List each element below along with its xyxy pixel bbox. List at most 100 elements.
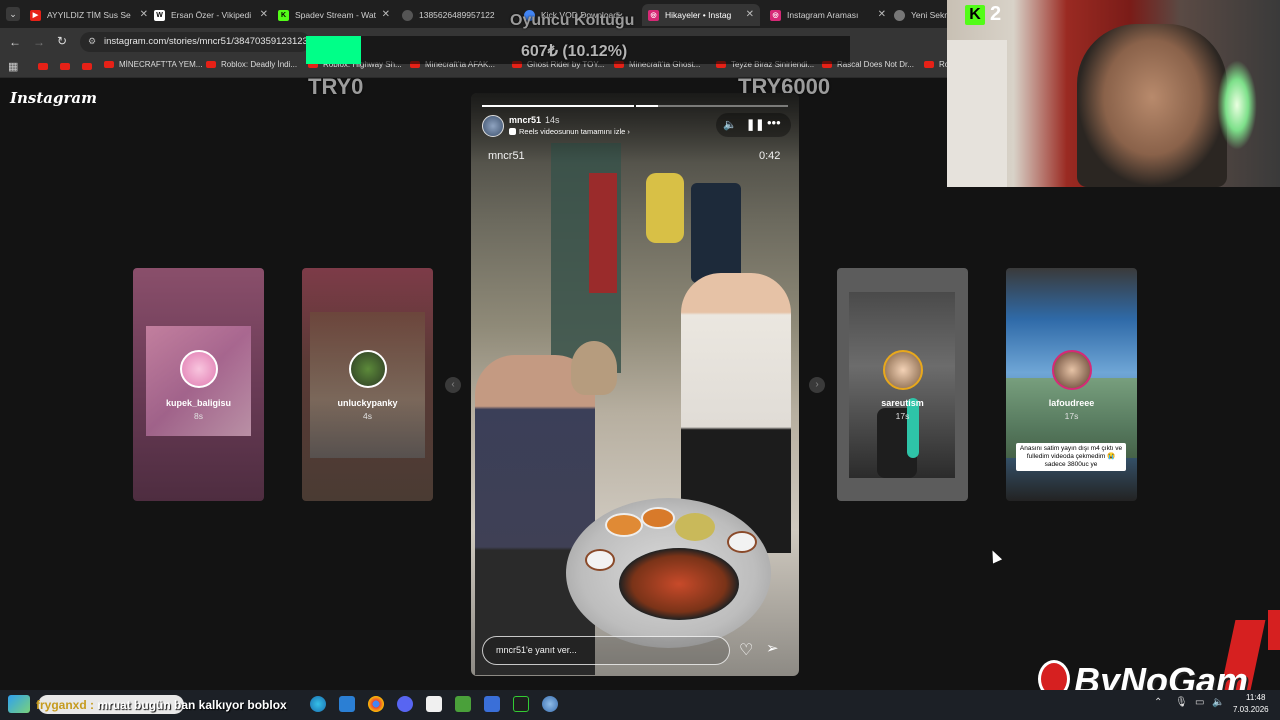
youtube-icon[interactable]	[60, 63, 70, 70]
tab-3[interactable]: 1385626489957122	[402, 4, 514, 26]
close-icon[interactable]: ✕	[382, 9, 390, 20]
store-icon[interactable]	[339, 696, 355, 712]
kick-icon: K	[965, 5, 985, 25]
youtube-icon	[206, 61, 216, 68]
story-username: lafoudreee	[1048, 398, 1095, 408]
tab-title: Instagram Araması	[787, 10, 859, 20]
webcam-light	[1217, 60, 1257, 150]
tab-2[interactable]: K Spadev Stream - Wat ✕	[278, 4, 390, 26]
webcam-shelf	[947, 40, 1007, 187]
tab-title: Ersan Özer - Vikipedi	[171, 10, 252, 20]
bookmark-8[interactable]: Ro	[924, 60, 949, 69]
capcut-icon[interactable]	[426, 696, 442, 712]
settings-icon[interactable]	[542, 696, 558, 712]
tab-search-button[interactable]: ⌄	[6, 7, 20, 21]
tab-0[interactable]: ▶ AYYILDIZ TİM Sus Se ✕	[30, 4, 148, 26]
pause-icon[interactable]: ❚❚	[746, 118, 764, 131]
heart-icon[interactable]: ♡	[739, 640, 753, 660]
send-icon[interactable]: ➢	[766, 639, 779, 657]
instagram-logo[interactable]: Instagram	[10, 89, 97, 107]
story-age: 4s	[363, 411, 372, 421]
tab-6[interactable]: ◎ Instagram Araması ✕	[770, 4, 886, 26]
avatar[interactable]	[482, 115, 504, 137]
minecraft-icon[interactable]	[455, 696, 471, 712]
story-viewer[interactable]: mncr51 14s Reels videosunun tamamını izl…	[471, 93, 799, 676]
app-icon[interactable]	[484, 696, 500, 712]
tab-5-active[interactable]: ◎ Hikayeler • Instag ✕	[642, 4, 760, 26]
story-username: unluckypanky	[337, 398, 398, 408]
webcam-person	[1077, 24, 1227, 187]
chat-overlay: fryganxd : mruat bugün ban kalkıyor bobl…	[36, 698, 287, 712]
edge-icon[interactable]	[310, 696, 326, 712]
tab-title: Spadev Stream - Wat	[295, 10, 376, 20]
reload-icon[interactable]: ↻	[57, 34, 67, 48]
reels-icon	[509, 128, 516, 135]
reels-link[interactable]: Reels videosunun tamamını izle ›	[509, 127, 630, 136]
story-card-lafoudreee[interactable]: lafoudreee 17s Anasını satim yayın dışı …	[1006, 268, 1137, 501]
hanging-jacket	[691, 183, 741, 283]
clock-time[interactable]: 11:48	[1246, 693, 1265, 702]
youtube-icon[interactable]	[82, 63, 92, 70]
speaker-icon[interactable]: 🔈	[1212, 697, 1224, 708]
story-username[interactable]: mncr51	[509, 115, 541, 125]
globe-icon	[402, 9, 413, 21]
goal-title: Oyuncu Koltuğu	[510, 12, 635, 29]
bookmark-0[interactable]: MİNECRAFT'TA YEM...	[104, 60, 202, 69]
person-left	[475, 355, 595, 675]
tab-7[interactable]: Yeni Sekme	[894, 4, 948, 26]
instagram-icon: ◎	[648, 9, 659, 21]
close-icon[interactable]: ✕	[878, 9, 886, 20]
close-icon[interactable]: ✕	[140, 9, 148, 20]
bookmark-1[interactable]: Roblox: Deadly İndi...	[206, 60, 297, 69]
reply-input[interactable]: mncr51'e yanıt ver...	[482, 636, 730, 665]
yogurt-bowl	[727, 531, 757, 553]
chat-message: mruat bugün ban kalkıyor boblox	[97, 698, 287, 712]
story-age: 17s	[1064, 411, 1079, 421]
next-story-button[interactable]: ›	[809, 377, 825, 393]
microphone-icon[interactable]: 🎙	[1175, 697, 1188, 708]
url-input[interactable]: ⚙ instagram.com/stories/mncr51/384703591…	[80, 32, 310, 52]
story-time: 14s	[545, 115, 560, 125]
reels-link-text: Reels videosunun tamamını izle	[519, 127, 626, 136]
reply-placeholder: mncr51'e yanıt ver...	[496, 645, 577, 655]
close-icon[interactable]: ✕	[746, 9, 754, 20]
more-options-icon[interactable]: •••	[767, 115, 781, 130]
goal-min-label: TRY0	[308, 74, 364, 99]
terminal-icon[interactable]	[513, 696, 529, 712]
story-age: 17s	[895, 411, 910, 421]
webcam-feed: K 2	[947, 0, 1280, 187]
chrome-icon	[894, 9, 905, 21]
brand-red-shape	[1268, 610, 1280, 650]
previous-story-button[interactable]: ‹	[445, 377, 461, 393]
close-icon[interactable]: ✕	[260, 9, 268, 20]
apps-grid-icon[interactable]: ▦	[8, 60, 18, 73]
instagram-icon: ◎	[770, 9, 781, 21]
site-info-icon[interactable]: ⚙	[88, 36, 96, 47]
chevron-right-icon: ›	[625, 127, 630, 136]
story-card-sareutism[interactable]: sareutism 17s	[837, 268, 968, 501]
story-caption: Anasını satim yayın dışı m4 çıktı ve ful…	[1016, 443, 1126, 471]
chrome-icon[interactable]	[368, 696, 384, 712]
soup-bowl	[641, 507, 675, 529]
chevron-up-icon[interactable]: ⌃	[1154, 697, 1162, 708]
avatar	[883, 350, 923, 390]
story-card-unluckypanky[interactable]: unluckypanky 4s	[302, 268, 433, 501]
bookmark-label: Roblox: Deadly İndi...	[221, 60, 298, 69]
network-icon[interactable]: ▭	[1195, 697, 1204, 708]
clock-date[interactable]: 7.03.2026	[1233, 705, 1269, 714]
tab-title: Yeni Sekme	[911, 10, 948, 20]
story-username: sareutism	[881, 398, 924, 408]
yogurt-bowl	[585, 549, 615, 571]
tab-title: 1385626489957122	[419, 10, 495, 20]
tab-title: Hikayeler • Instag	[665, 10, 732, 20]
start-icon[interactable]	[8, 695, 30, 713]
forward-icon[interactable]: →	[33, 35, 45, 49]
back-icon[interactable]: ←	[9, 35, 21, 49]
story-card-kupek[interactable]: kupek_baligisu 8s	[133, 268, 264, 501]
youtube-icon[interactable]	[38, 63, 48, 70]
volume-icon[interactable]: 🔈	[723, 118, 737, 131]
kick-count: 2	[990, 3, 1002, 25]
goal-amount: 607₺ (10.12%)	[521, 43, 628, 60]
discord-icon[interactable]	[397, 696, 413, 712]
tab-1[interactable]: W Ersan Özer - Vikipedi ✕	[154, 4, 268, 26]
